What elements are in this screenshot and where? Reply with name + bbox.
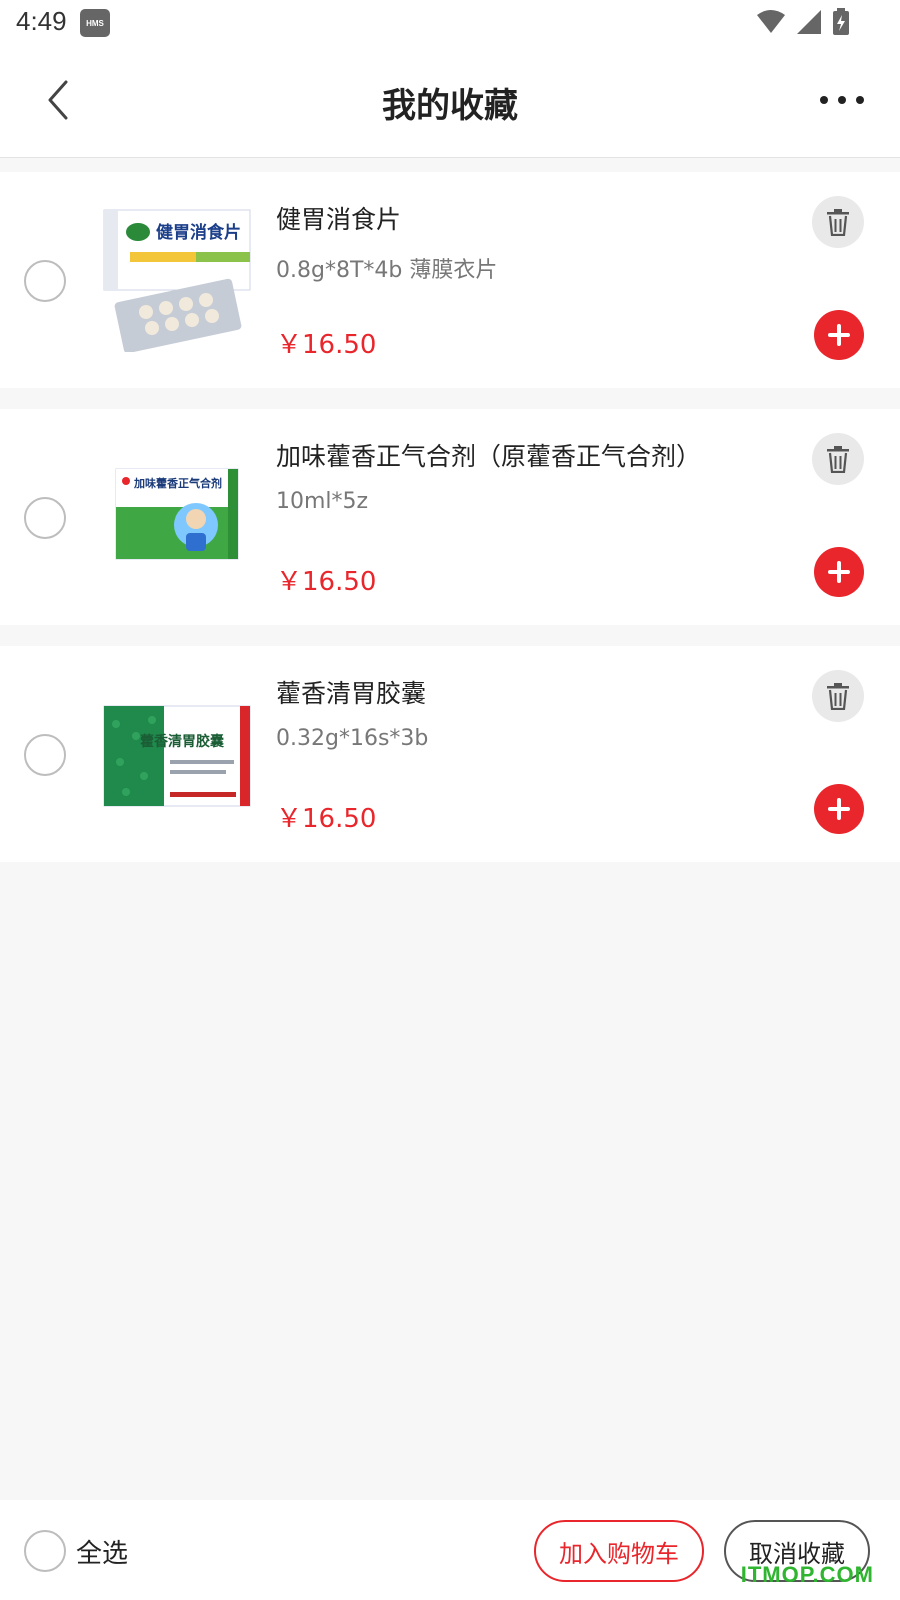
favorite-item: 藿香清胃胶囊 藿香清胃胶囊 0.32g*16s*3b ￥16.50 [0, 646, 900, 862]
item-checkbox[interactable] [24, 260, 66, 302]
product-price: ￥16.50 [276, 330, 377, 360]
svg-text:健胃消食片: 健胃消食片 [156, 222, 241, 243]
product-spec: 10ml*5z [276, 489, 369, 514]
watermark: ITMOP.COM [740, 1562, 874, 1587]
plus-icon [828, 798, 850, 820]
status-bar: 4:49 HMS [0, 0, 900, 48]
add-to-cart-button[interactable] [814, 547, 864, 597]
more-menu-button[interactable] [820, 88, 864, 112]
svg-text:藿香清胃胶囊: 藿香清胃胶囊 [140, 733, 225, 750]
trash-icon [827, 683, 849, 710]
select-all-toggle[interactable]: 全选 [24, 1530, 128, 1572]
product-price: ￥16.50 [276, 804, 377, 834]
wifi-icon [757, 10, 785, 33]
more-dot-icon [856, 96, 864, 104]
delete-button[interactable] [812, 196, 864, 248]
app-header: 我的收藏 [0, 48, 900, 158]
product-spec: 0.8g*8T*4b 薄膜衣片 [276, 258, 498, 283]
more-dot-icon [838, 96, 846, 104]
product-name[interactable]: 加味藿香正气合剂（原藿香正气合剂） [276, 437, 701, 473]
add-to-cart-button[interactable] [814, 784, 864, 834]
more-dot-icon [820, 96, 828, 104]
add-to-cart-all-button[interactable]: 加入购物车 [534, 1520, 704, 1582]
delete-button[interactable] [812, 670, 864, 722]
status-time: 4:49 [16, 6, 67, 36]
trash-icon [827, 446, 849, 473]
product-name[interactable]: 藿香清胃胶囊 [276, 674, 426, 710]
favorite-item: 健胃消食片 健胃消食片 0.8g*8T*4b 薄膜衣片 ￥16.50 [0, 172, 900, 388]
select-all-label: 全选 [76, 1538, 129, 1569]
status-icons [756, 8, 850, 36]
product-price: ￥16.50 [276, 567, 377, 597]
svg-text:加味藿香正气合剂: 加味藿香正气合剂 [133, 476, 222, 490]
plus-icon [828, 561, 850, 583]
signal-icon [797, 10, 821, 34]
favorite-item: 加味藿香正气合剂 加味藿香正气合剂（原藿香正气合剂） 10ml*5z ￥16.5… [0, 409, 900, 625]
product-image: 加味藿香正气合剂 [115, 468, 239, 560]
item-checkbox[interactable] [24, 734, 66, 776]
delete-button[interactable] [812, 433, 864, 485]
page-title: 我的收藏 [382, 86, 518, 126]
product-image: 藿香清胃胶囊 [103, 705, 251, 807]
trash-icon [827, 209, 849, 236]
battery-icon [833, 8, 849, 35]
add-to-cart-button[interactable] [814, 310, 864, 360]
plus-icon [828, 324, 850, 346]
product-name[interactable]: 健胃消食片 [276, 200, 401, 236]
item-checkbox[interactable] [24, 497, 66, 539]
product-image: 健胃消食片 [103, 209, 251, 352]
hms-badge: HMS [80, 9, 110, 37]
product-spec: 0.32g*16s*3b [276, 726, 429, 751]
select-all-checkbox[interactable] [24, 1530, 66, 1572]
